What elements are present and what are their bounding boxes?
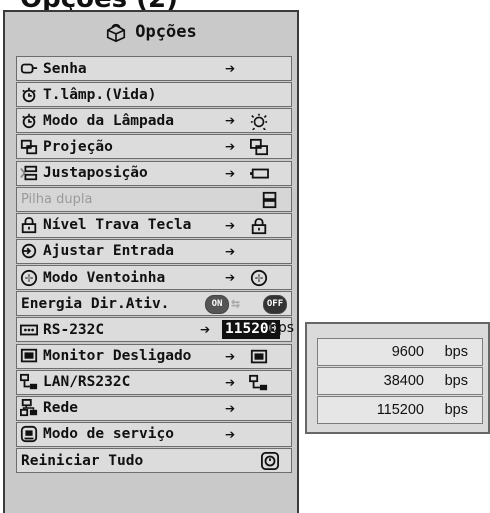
input-adjust-icon [21, 244, 37, 259]
menu-item-network[interactable]: Rede ➔ [16, 395, 292, 421]
menu-item-monitor-off[interactable]: Monitor Desligado ➔ [16, 343, 292, 369]
arrow-right-icon: ➔ [225, 215, 236, 236]
lamp-mode-icon [250, 114, 268, 131]
baud-option-38400[interactable]: 38400 bps [317, 367, 483, 395]
menu-item-direct-power-on[interactable]: Energia Dir.Ativ. ON ⇆ OFF [16, 291, 292, 317]
arrow-right-icon: ➔ [225, 424, 236, 445]
arrow-right-icon: ➔ [225, 372, 236, 393]
fan-icon [250, 270, 268, 287]
menu-item-label: Pilha dupla [21, 191, 93, 207]
menu-item-label: Modo de serviço [43, 426, 174, 443]
stack-icon [20, 165, 38, 181]
menu-item-label: Energia Dir.Ativ. [21, 295, 170, 312]
off-option[interactable]: OFF [263, 295, 287, 315]
menu-item-label: T.lâmp.(Vida) [43, 86, 157, 103]
service-icon [20, 426, 38, 443]
menu-item-lan-rs232c[interactable]: LAN/RS232C ➔ [16, 369, 292, 395]
menu-item-label: Ajustar Entrada [43, 243, 174, 260]
menu-item-lamp-mode[interactable]: Modo da Lâmpada ➔ [16, 108, 292, 134]
baud-rate-popup: 9600 bps 38400 bps 115200 bps [305, 322, 490, 434]
baud-option-unit: bps [444, 373, 468, 389]
arrow-right-icon: ➔ [200, 320, 211, 341]
menu-item-service-mode[interactable]: Modo de serviço ➔ [16, 421, 292, 447]
key-icon [20, 63, 38, 73]
lan-icon [249, 374, 268, 390]
options-box-icon [107, 23, 126, 43]
padlock-icon [21, 217, 37, 234]
menu-item-senha[interactable]: Senha ➔ [16, 56, 292, 81]
menu-item-label: Senha [43, 60, 87, 77]
baud-option-value: 115200 [376, 402, 424, 418]
network-icon [20, 399, 38, 417]
arrow-right-icon: ➔ [225, 111, 236, 132]
arrow-right-icon: ➔ [225, 346, 236, 367]
projection-icon [20, 139, 38, 155]
arrow-right-icon: ➔ [225, 268, 236, 289]
arrow-right-icon: ➔ [225, 137, 236, 158]
baud-option-9600[interactable]: 9600 bps [317, 338, 483, 366]
menu-item-lamp-life[interactable]: T.lâmp.(Vida) [16, 82, 292, 108]
on-option[interactable]: ON [205, 295, 229, 315]
menu-item-projection[interactable]: Projeção ➔ [16, 134, 292, 160]
lamp-timer-icon [22, 87, 36, 102]
menu-header: Opções [5, 12, 297, 52]
reset-icon[interactable] [260, 452, 280, 471]
menu-item-rs232c[interactable]: RS-232C ➔ 115200 bps [16, 317, 295, 343]
monitor-icon [250, 349, 268, 363]
menu-item-fan-mode[interactable]: Modo Ventoinha ➔ [16, 265, 292, 291]
baud-unit: bps [269, 320, 295, 337]
projection-icon [250, 139, 268, 156]
menu-item-adjust-input[interactable]: Ajustar Entrada ➔ [16, 238, 292, 264]
baud-option-unit: bps [444, 344, 468, 360]
arrow-right-icon: ➔ [225, 163, 236, 184]
monitor-icon [20, 348, 38, 363]
arrow-right-icon: ➔ [225, 398, 236, 419]
baud-option-unit: bps [444, 402, 468, 418]
menu-item-reset-all[interactable]: Reiniciar Tudo [16, 448, 292, 474]
options-menu-panel: Opções Senha ➔ T.lâmp.(Vida) Modo da Lâm… [3, 10, 299, 513]
battery-icon [250, 168, 269, 179]
menu-item-key-lock[interactable]: Nível Trava Tecla ➔ [16, 212, 292, 238]
padlock-icon [251, 217, 267, 234]
lamp-timer-icon [22, 113, 36, 128]
rs232-icon [20, 324, 38, 336]
toggle-arrow-icon: ⇆ [231, 294, 241, 313]
dual-stack-icon [262, 191, 277, 208]
menu-item-label: Rede [43, 400, 78, 417]
baud-option-115200[interactable]: 115200 bps [317, 396, 483, 424]
menu-item-justaposicao[interactable]: Justaposição ➔ [16, 160, 292, 186]
menu-item-label: Reiniciar Tudo [21, 452, 144, 469]
fan-icon [20, 269, 38, 286]
baud-option-value: 9600 [391, 344, 424, 360]
lan-icon [20, 374, 38, 390]
menu-title: Opções [135, 22, 197, 42]
arrow-right-icon: ➔ [225, 241, 236, 262]
menu-item-pilha-dupla: Pilha dupla [16, 186, 292, 212]
arrow-right-icon: ➔ [225, 59, 236, 79]
baud-option-value: 38400 [383, 373, 424, 389]
